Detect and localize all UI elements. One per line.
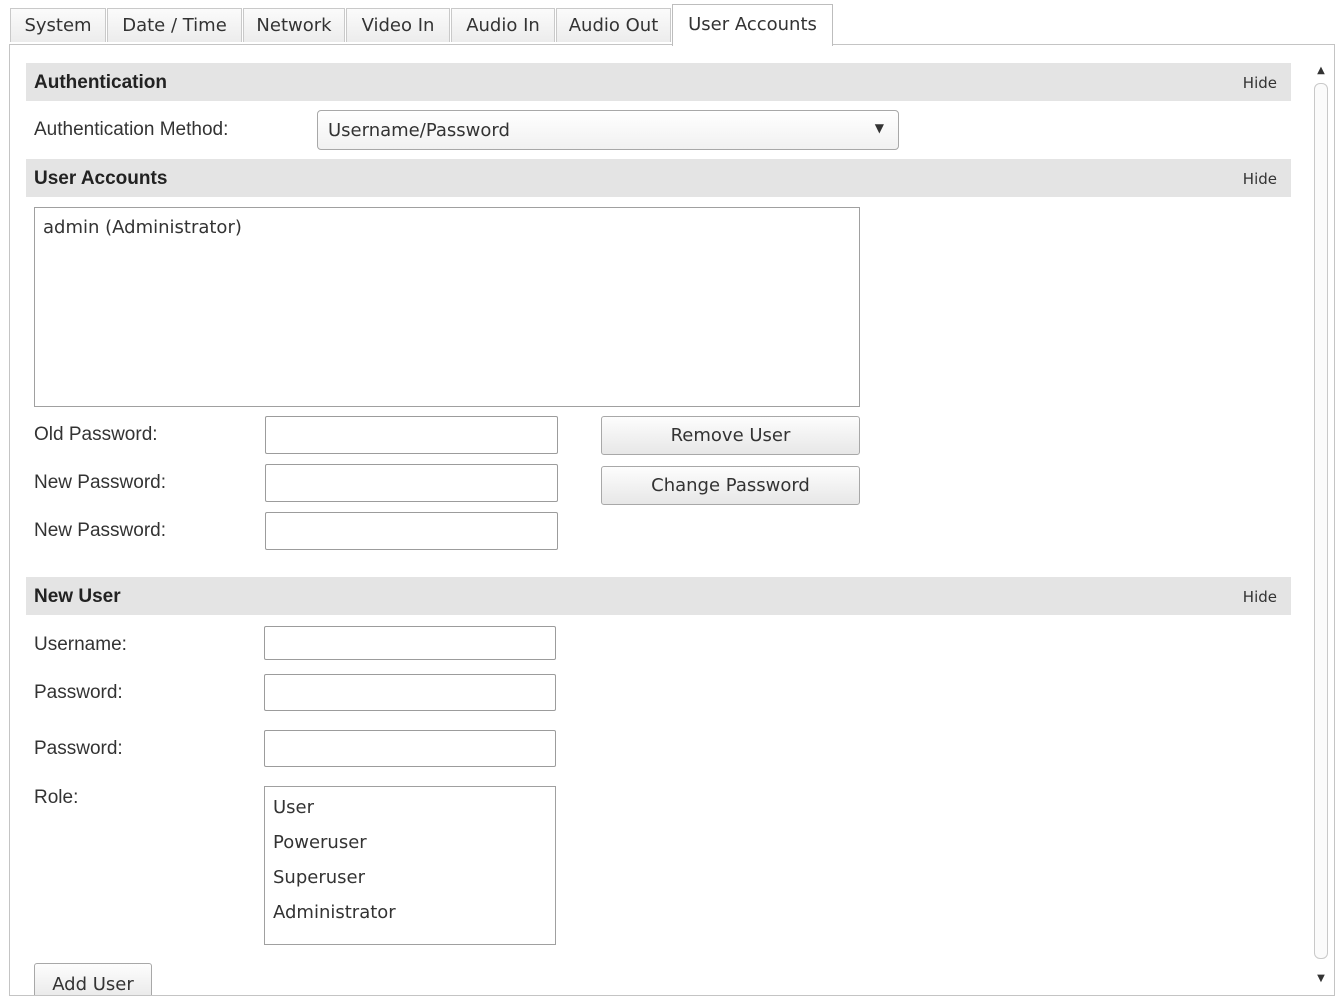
scroll-down-icon[interactable]: ▼ [1312, 969, 1330, 987]
role-option-superuser[interactable]: Superuser [273, 867, 365, 888]
authentication-method-value: Username/Password [328, 120, 510, 141]
user-accounts-section-title: User Accounts [34, 168, 168, 189]
change-password-button[interactable]: Change Password [601, 466, 860, 505]
new-password-label: New Password: [34, 472, 166, 493]
scroll-up-icon[interactable]: ▲ [1312, 61, 1330, 79]
tab-video-in[interactable]: Video In [346, 8, 450, 42]
user-accounts-hide-link[interactable]: Hide [1243, 170, 1277, 188]
tab-network[interactable]: Network [243, 8, 345, 42]
add-user-button[interactable]: Add User [34, 963, 152, 995]
tab-user-accounts[interactable]: User Accounts [672, 4, 833, 46]
authentication-method-select[interactable]: Username/Password ▼ [317, 110, 899, 150]
username-field[interactable] [264, 626, 556, 660]
vertical-scrollbar[interactable]: ▲ ▼ [1312, 57, 1330, 989]
scrollbar-thumb[interactable] [1314, 83, 1328, 959]
authentication-hide-link[interactable]: Hide [1243, 74, 1277, 92]
old-password-label: Old Password: [34, 424, 158, 445]
tab-audio-in[interactable]: Audio In [451, 8, 555, 42]
tab-bar: System Date / Time Network Video In Audi… [0, 0, 1343, 46]
new-password-field[interactable] [265, 464, 558, 502]
password-label: Password: [34, 682, 123, 703]
user-accounts-section-header: User Accounts Hide [26, 159, 1291, 197]
chevron-down-icon: ▼ [874, 121, 884, 135]
authentication-method-label: Authentication Method: [34, 119, 229, 140]
password-field[interactable] [264, 674, 556, 711]
tab-date-time[interactable]: Date / Time [107, 8, 242, 42]
authentication-section-header: Authentication Hide [26, 63, 1291, 101]
remove-user-button[interactable]: Remove User [601, 416, 860, 455]
role-option-administrator[interactable]: Administrator [273, 902, 396, 923]
username-label: Username: [34, 634, 127, 655]
tab-audio-out[interactable]: Audio Out [556, 8, 671, 42]
new-user-section-title: New User [34, 586, 121, 607]
authentication-section-title: Authentication [34, 72, 167, 93]
role-list[interactable]: User Poweruser Superuser Administrator [264, 786, 556, 945]
user-accounts-list[interactable]: admin (Administrator) [34, 207, 860, 407]
confirm-password-label: New Password: [34, 520, 166, 541]
old-password-field[interactable] [265, 416, 558, 454]
tab-system[interactable]: System [10, 8, 106, 42]
password-confirm-label: Password: [34, 738, 123, 759]
new-user-section-header: New User Hide [26, 577, 1291, 615]
role-option-user[interactable]: User [273, 797, 314, 818]
password-confirm-field[interactable] [264, 730, 556, 767]
role-label: Role: [34, 787, 79, 808]
list-item[interactable]: admin (Administrator) [43, 217, 242, 238]
confirm-password-field[interactable] [265, 512, 558, 550]
new-user-hide-link[interactable]: Hide [1243, 588, 1277, 606]
settings-panel: Authentication Hide Authentication Metho… [9, 44, 1335, 996]
role-option-poweruser[interactable]: Poweruser [273, 832, 367, 853]
